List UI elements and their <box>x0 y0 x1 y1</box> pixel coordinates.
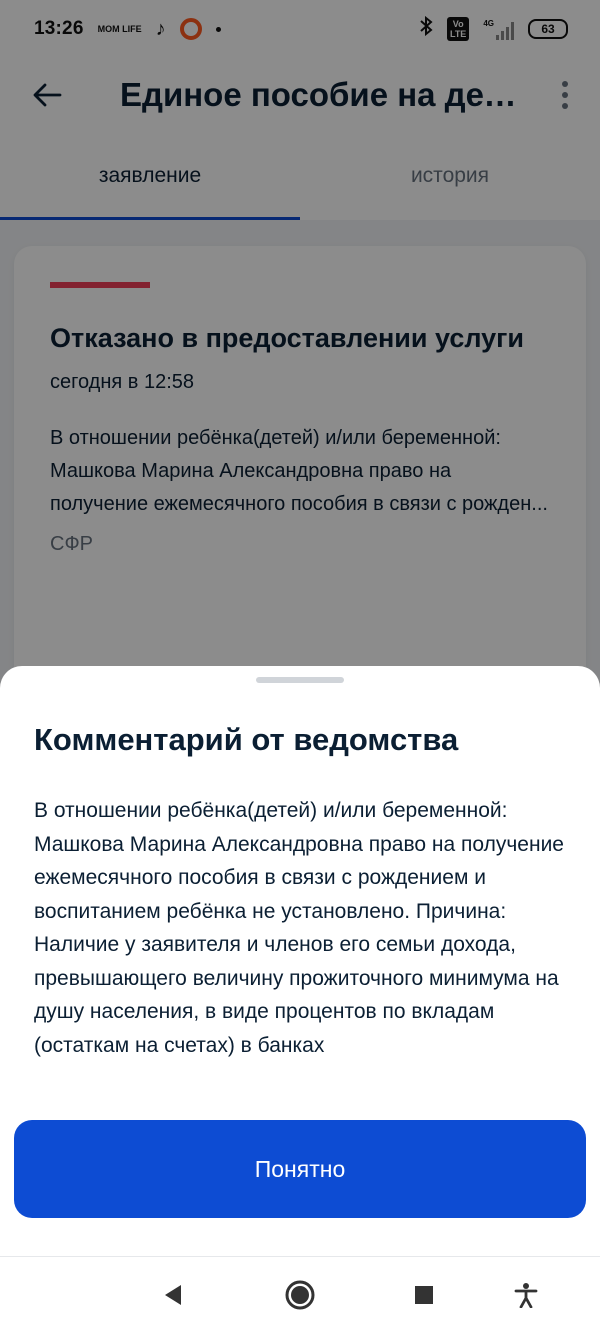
accessibility-icon[interactable] <box>496 1257 556 1332</box>
navigation-bar <box>0 1256 600 1332</box>
ok-button[interactable]: Понятно <box>14 1120 586 1218</box>
drag-handle[interactable] <box>256 677 344 683</box>
sheet-title: Комментарий от ведомства <box>34 722 459 757</box>
home-circle-icon[interactable] <box>270 1257 330 1332</box>
recents-square-icon[interactable] <box>394 1257 454 1332</box>
screen: 13:26 MOM LIFE ♪ Vo LTE 4G 63 Единое посо… <box>0 0 600 1332</box>
back-triangle-icon[interactable] <box>143 1257 203 1332</box>
sheet-body: В отношении ребёнка(детей) и/или беремен… <box>34 799 564 1057</box>
bottom-sheet: Комментарий от ведомства В отношении реб… <box>0 666 600 1256</box>
